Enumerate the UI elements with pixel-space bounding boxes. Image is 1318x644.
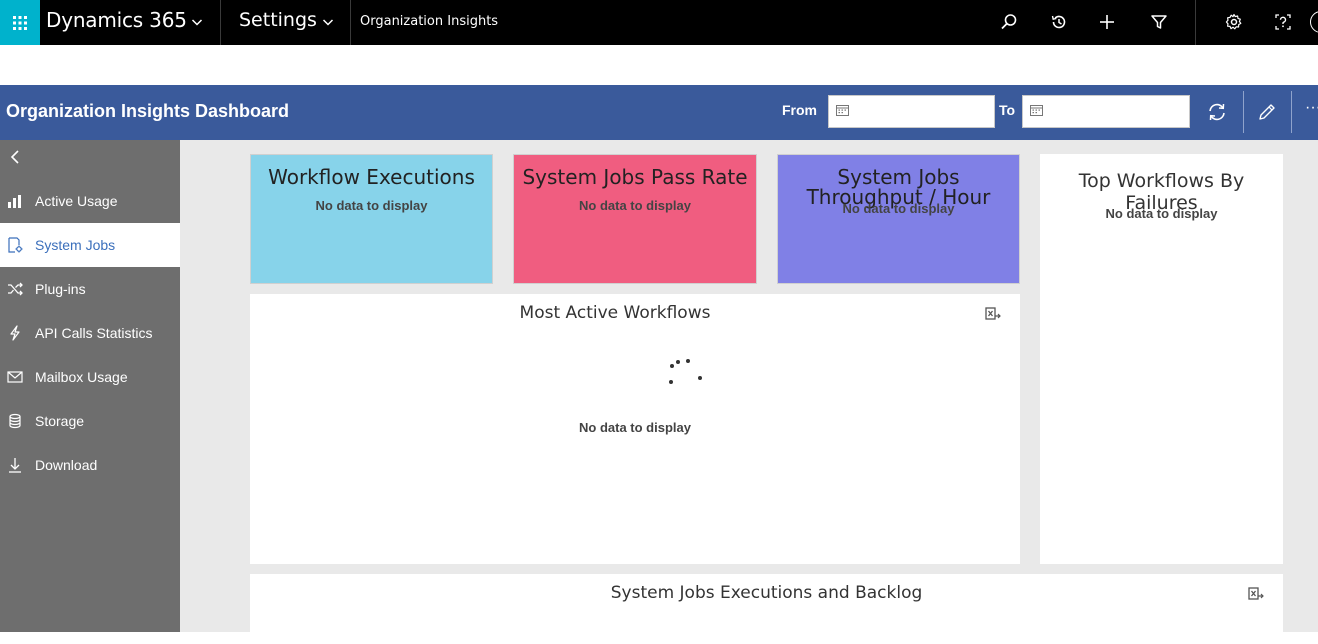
- chevron-left-icon[interactable]: [8, 149, 22, 165]
- sidebar-item-label: Plug-ins: [35, 281, 86, 297]
- top-workflows-by-failures-panel: Top Workflows By Failures No data to dis…: [1040, 154, 1283, 564]
- divider: [1291, 91, 1292, 133]
- calendar-icon[interactable]: [1030, 104, 1043, 116]
- breadcrumb[interactable]: Organization Insights: [360, 14, 498, 29]
- sidebar-item-label: System Jobs: [35, 237, 116, 253]
- from-label: From: [782, 102, 817, 118]
- system-jobs-icon: [7, 237, 23, 253]
- no-data-message: No data to display: [315, 198, 428, 213]
- waffle-icon: [13, 15, 27, 30]
- chevron-down-icon[interactable]: [322, 16, 334, 28]
- lightning-icon: [7, 325, 23, 341]
- area-name[interactable]: Settings: [239, 9, 317, 31]
- export-to-excel-icon[interactable]: [1247, 585, 1265, 603]
- filter-icon: [1151, 15, 1167, 29]
- tile-title: System Jobs Pass Rate: [522, 165, 748, 189]
- sidebar-item-label: Download: [35, 457, 98, 473]
- panel-title: Most Active Workflows: [519, 303, 711, 323]
- refresh-button[interactable]: [1205, 100, 1229, 124]
- divider: [1243, 91, 1244, 133]
- from-date-input[interactable]: [828, 95, 995, 128]
- divider: [220, 0, 221, 45]
- more-options-button[interactable]: ···: [1305, 99, 1318, 117]
- help-icon: [1275, 14, 1291, 30]
- settings-button[interactable]: [1223, 11, 1245, 33]
- dashboard-header: Organization Insights Dashboard From To …: [0, 85, 1318, 140]
- workflow-executions-tile[interactable]: Workflow Executions No data to display: [250, 154, 493, 284]
- to-label: To: [999, 102, 1016, 118]
- sidebar-item-api-calls-statistics[interactable]: API Calls Statistics: [0, 311, 180, 355]
- shuffle-icon: [7, 281, 23, 297]
- system-jobs-throughput-tile[interactable]: System Jobs Throughput / Hour No data to…: [777, 154, 1020, 284]
- database-icon: [7, 413, 23, 429]
- chevron-down-icon[interactable]: [191, 16, 203, 28]
- panel-title: System Jobs Executions and Backlog: [610, 583, 923, 603]
- refresh-icon: [1209, 103, 1225, 121]
- divider: [350, 0, 351, 45]
- search-button[interactable]: [998, 11, 1020, 33]
- no-data-message: No data to display: [579, 198, 691, 213]
- dashboard-title: Organization Insights Dashboard: [6, 101, 290, 121]
- help-button[interactable]: [1272, 11, 1294, 33]
- sidebar-item-download[interactable]: Download: [0, 443, 180, 487]
- sidebar-item-system-jobs[interactable]: System Jobs: [0, 223, 180, 267]
- new-record-button[interactable]: [1096, 11, 1118, 33]
- sidebar-item-label: API Calls Statistics: [35, 325, 153, 341]
- sidebar: Active Usage System Jobs Plug-ins API Ca…: [0, 140, 180, 632]
- app-name[interactable]: Dynamics 365: [46, 8, 187, 32]
- user-avatar[interactable]: [1310, 11, 1318, 33]
- pencil-icon: [1259, 104, 1275, 120]
- no-data-message: No data to display: [579, 420, 691, 435]
- no-data-message: No data to display: [1105, 206, 1218, 221]
- download-icon: [7, 457, 23, 473]
- sidebar-item-label: Mailbox Usage: [35, 369, 128, 385]
- loading-spinner-icon: [669, 359, 702, 384]
- notification-area: [0, 45, 1318, 85]
- plus-icon: [1100, 15, 1114, 29]
- sidebar-item-label: Storage: [35, 413, 85, 429]
- history-icon: [1051, 15, 1066, 29]
- no-data-message: No data to display: [842, 201, 955, 216]
- divider: [1195, 0, 1196, 45]
- system-jobs-pass-rate-tile[interactable]: System Jobs Pass Rate No data to display: [513, 154, 757, 284]
- recent-button[interactable]: [1048, 11, 1070, 33]
- sidebar-item-active-usage[interactable]: Active Usage: [0, 179, 180, 223]
- search-icon: [1001, 14, 1017, 30]
- mail-icon: [7, 369, 23, 385]
- gear-icon: [1225, 13, 1242, 30]
- to-date-input[interactable]: [1022, 95, 1190, 128]
- bar-chart-icon: [7, 193, 23, 209]
- most-active-workflows-panel: Most Active Workflows No data to display: [250, 294, 1020, 564]
- tile-title: Workflow Executions: [268, 165, 475, 189]
- sidebar-item-mailbox-usage[interactable]: Mailbox Usage: [0, 355, 180, 399]
- sidebar-item-plug-ins[interactable]: Plug-ins: [0, 267, 180, 311]
- dashboard-content: Workflow Executions No data to display S…: [180, 140, 1318, 644]
- edit-button[interactable]: [1255, 100, 1279, 124]
- advanced-find-button[interactable]: [1148, 11, 1170, 33]
- sidebar-item-label: Active Usage: [35, 193, 118, 209]
- app-launcher-button[interactable]: [0, 0, 40, 45]
- top-navigation-bar: Dynamics 365 Settings Organization Insig…: [0, 0, 1318, 45]
- export-to-excel-icon[interactable]: [984, 305, 1002, 323]
- sidebar-item-storage[interactable]: Storage: [0, 399, 180, 443]
- system-jobs-executions-backlog-panel: System Jobs Executions and Backlog: [250, 574, 1283, 644]
- calendar-icon[interactable]: [836, 104, 849, 116]
